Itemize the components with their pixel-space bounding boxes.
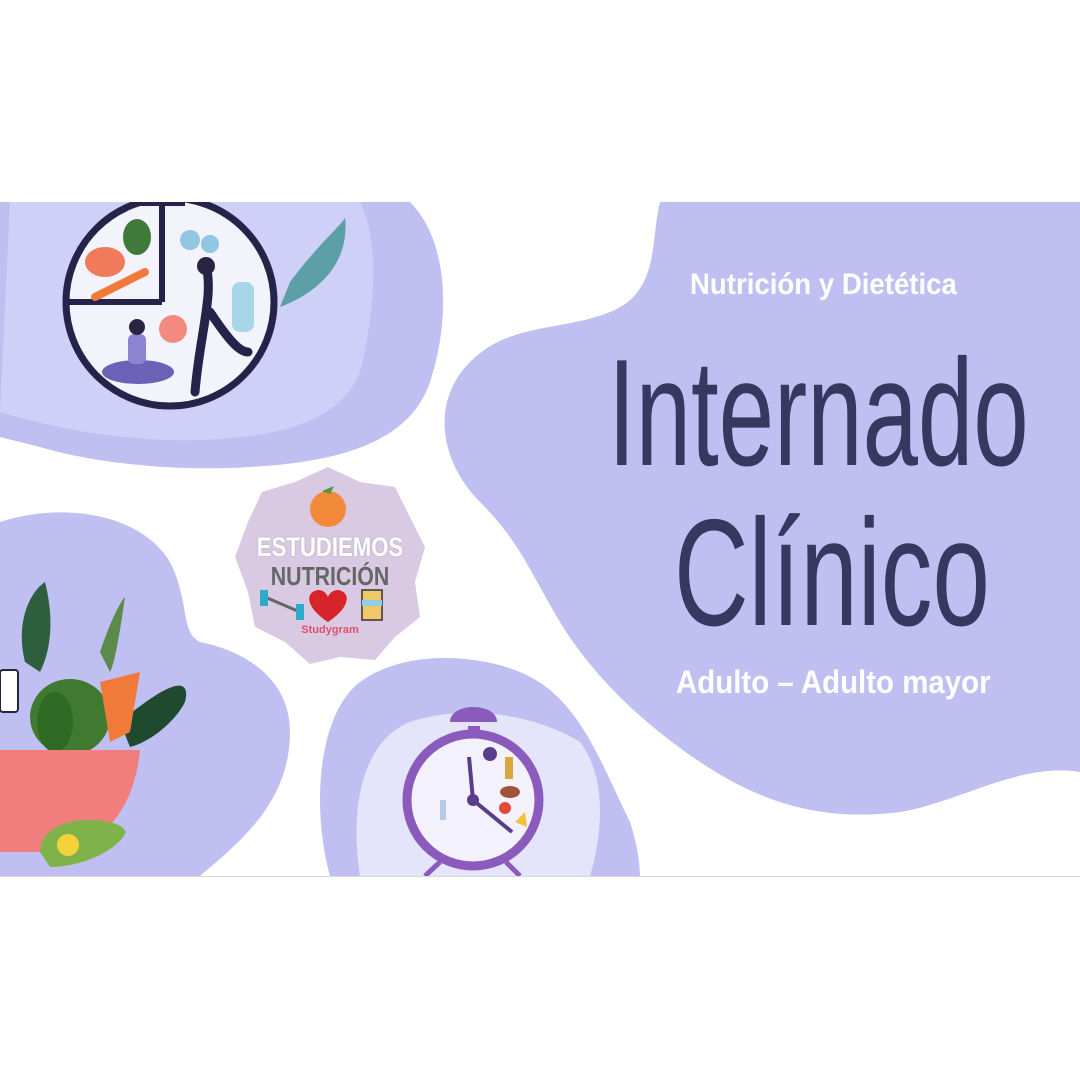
title-line2: Clínico xyxy=(674,488,990,658)
badge-brand: Studygram xyxy=(301,624,359,636)
badge-line2: NUTRICIÓN xyxy=(270,561,390,591)
subtitle-top: Nutrición y Dietética xyxy=(690,268,957,301)
badge-line1: ESTUDIEMOS xyxy=(256,532,404,562)
title-line1: Internado xyxy=(608,328,1029,498)
title-slide: ESTUDIEMOS NUTRICIÓN Studygram Nutrición… xyxy=(0,202,1080,877)
subtitle-bottom: Adulto – Adulto mayor xyxy=(676,664,991,700)
waist-icon xyxy=(361,589,383,621)
orange-icon xyxy=(310,491,346,527)
